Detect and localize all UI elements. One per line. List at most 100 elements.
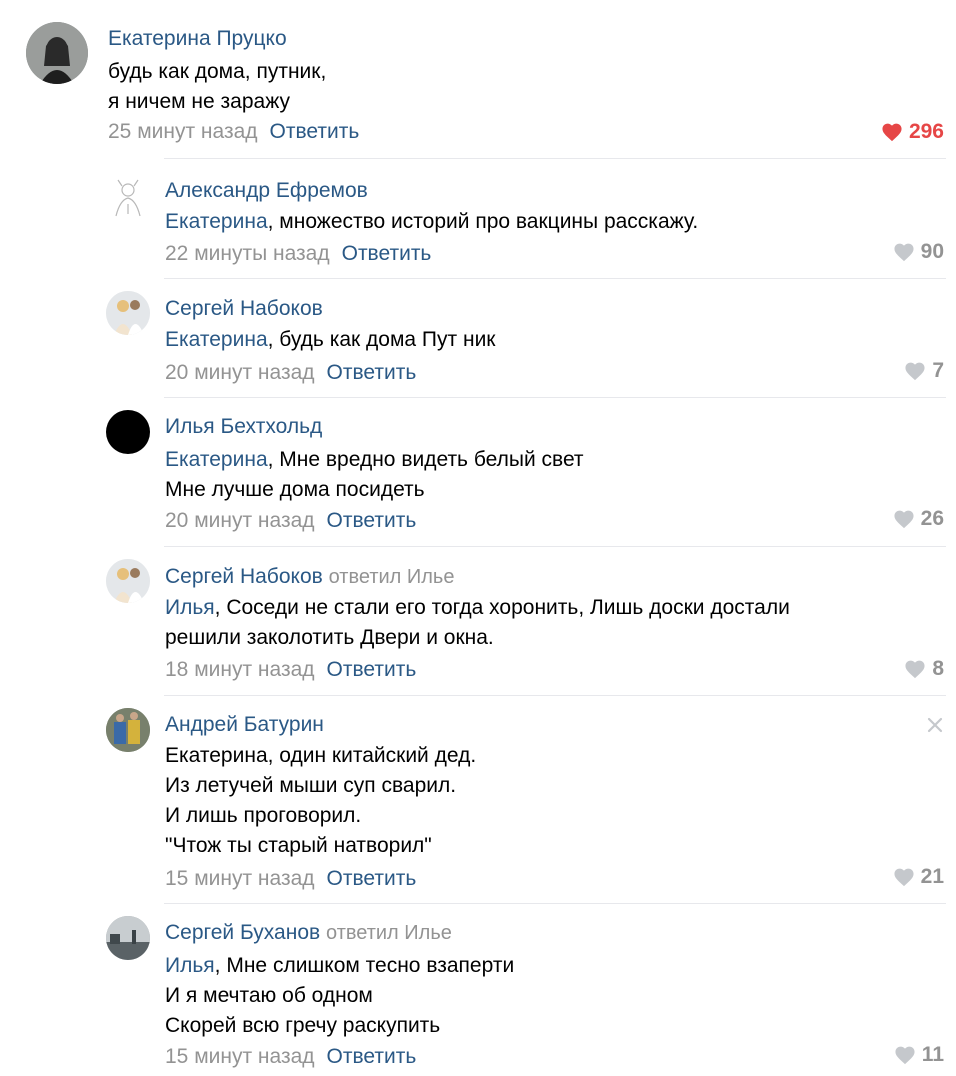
author-name[interactable]: Александр Ефремов <box>165 179 368 202</box>
avatar[interactable] <box>106 410 150 454</box>
like-count: 90 <box>920 240 944 263</box>
comment-header: Сергей Буханов ответил Илье <box>165 920 452 946</box>
like-count: 7 <box>932 359 944 382</box>
text-line: "Чтож ты старый натворил" <box>165 834 432 857</box>
addressee-link[interactable]: Екатерина <box>165 448 268 471</box>
avatar[interactable] <box>106 291 150 335</box>
heart-icon <box>905 660 925 679</box>
heart-icon <box>905 362 925 381</box>
reply-button[interactable]: Ответить <box>327 658 417 681</box>
author-name[interactable]: Сергей Набоков <box>165 565 323 588</box>
comment-meta: 15 минут назад Ответить <box>165 866 416 892</box>
comment-header: Екатерина Пруцко <box>108 26 287 52</box>
text-line-content: , Мне вредно видеть белый свет <box>267 448 584 471</box>
close-icon[interactable] <box>926 716 944 734</box>
avatar[interactable] <box>106 176 150 220</box>
comment-header: Андрей Батурин <box>165 712 324 738</box>
author-name[interactable]: Илья Бехтхольд <box>165 415 322 438</box>
replied-to-label[interactable]: ответил Илье <box>329 566 455 588</box>
like-button[interactable]: 26 <box>893 506 944 532</box>
text-line: будь как дома, путник, <box>108 60 327 83</box>
text-line: Скорей всю гречу раскупить <box>165 1014 441 1037</box>
comment-header: Сергей Набоков <box>165 296 323 322</box>
comment-meta: 20 минут назад Ответить <box>165 508 416 534</box>
like-count: 26 <box>920 507 944 530</box>
author-name[interactable]: Екатерина Пруцко <box>108 27 287 50</box>
comment-text: Екатерина, один китайский дед. Из летуче… <box>165 741 476 861</box>
text-line: Екатерина, один китайский дед. <box>165 744 477 767</box>
timestamp[interactable]: 15 минут назад <box>165 867 315 890</box>
comment-meta: 18 минут назад Ответить <box>165 657 416 683</box>
heart-icon <box>882 123 902 142</box>
heart-icon <box>894 510 914 529</box>
comment-text: Екатерина, будь как дома Пут ник <box>165 325 496 355</box>
addressee-link[interactable]: Илья <box>165 954 215 977</box>
like-button[interactable]: 296 <box>881 119 944 145</box>
comment-meta: 25 минут назад Ответить <box>108 119 359 145</box>
addressee-link[interactable]: Екатерина <box>165 328 268 351</box>
text-line: Из летучей мыши суп сварил. <box>165 774 457 797</box>
avatar[interactable] <box>106 559 150 603</box>
timestamp[interactable]: 15 минут назад <box>165 1045 315 1068</box>
addressee-link[interactable]: Екатерина <box>165 210 268 233</box>
text-line-content: , Соседи не стали его тогда хоронить, Ли… <box>214 596 790 619</box>
comment-text: Илья, Соседи не стали его тогда хоронить… <box>165 593 790 653</box>
text-line: Илья, Мне слишком тесно взаперти <box>165 951 514 981</box>
timestamp[interactable]: 22 минуты назад <box>165 242 330 265</box>
text-line: Илья, Соседи не стали его тогда хоронить… <box>165 593 790 623</box>
text-line: И лишь проговорил. <box>165 804 362 827</box>
text-line-content: , множество историй про вакцины расскажу… <box>267 210 699 233</box>
like-count: 8 <box>932 657 944 680</box>
replied-to-label[interactable]: ответил Илье <box>326 922 452 944</box>
timestamp[interactable]: 18 минут назад <box>165 658 315 681</box>
text-line: Екатерина, Мне вредно видеть белый свет <box>165 445 584 475</box>
divider <box>164 546 946 547</box>
text-line-content: , будь как дома Пут ник <box>267 328 496 351</box>
comment-meta: 22 минуты назад Ответить <box>165 241 431 267</box>
like-count: 21 <box>920 865 944 888</box>
addressee-link[interactable]: Илья <box>165 596 215 619</box>
avatar[interactable] <box>106 916 150 960</box>
comment-text: Екатерина, множество историй про вакцины… <box>165 207 698 237</box>
like-count: 11 <box>921 1043 944 1066</box>
timestamp[interactable]: 20 минут назад <box>165 361 315 384</box>
like-button[interactable]: 8 <box>904 656 944 682</box>
divider <box>164 158 946 159</box>
avatar[interactable] <box>26 22 88 84</box>
heart-icon <box>895 1046 915 1065</box>
text-line: Мне лучше дома посидеть <box>165 478 425 501</box>
comment-text: Екатерина, Мне вредно видеть белый свет … <box>165 445 584 505</box>
author-name[interactable]: Сергей Буханов <box>165 921 320 944</box>
text-line: решили заколотить Двери и окна. <box>165 626 494 649</box>
like-button[interactable]: 7 <box>904 358 944 384</box>
divider <box>164 695 946 696</box>
author-name[interactable]: Андрей Батурин <box>165 713 324 736</box>
reply-button[interactable]: Ответить <box>342 242 432 265</box>
text-line: я ничем не заражу <box>108 90 290 113</box>
like-button[interactable]: 21 <box>893 864 944 890</box>
heart-icon <box>894 243 914 262</box>
comment-header: Илья Бехтхольд <box>165 414 322 440</box>
text-line: Екатерина, множество историй про вакцины… <box>165 207 698 237</box>
like-count: 296 <box>908 120 944 143</box>
comment-header: Александр Ефремов <box>165 178 368 204</box>
reply-button[interactable]: Ответить <box>327 509 417 532</box>
comment-text: Илья, Мне слишком тесно взаперти И я меч… <box>165 951 514 1041</box>
text-line: Екатерина, будь как дома Пут ник <box>165 325 496 355</box>
reply-button[interactable]: Ответить <box>327 361 417 384</box>
timestamp[interactable]: 25 минут назад <box>108 120 258 143</box>
text-line-content: , Мне слишком тесно взаперти <box>214 954 515 977</box>
divider <box>164 397 946 398</box>
text-line: И я мечтаю об одном <box>165 984 373 1007</box>
like-button[interactable]: 11 <box>894 1042 944 1068</box>
reply-button[interactable]: Ответить <box>270 120 360 143</box>
comment-header: Сергей Набоков ответил Илье <box>165 564 454 590</box>
comment-text: будь как дома, путник, я ничем не заражу <box>108 57 326 117</box>
like-button[interactable]: 90 <box>893 239 944 265</box>
reply-button[interactable]: Ответить <box>327 867 417 890</box>
avatar[interactable] <box>106 708 150 752</box>
timestamp[interactable]: 20 минут назад <box>165 509 315 532</box>
reply-button[interactable]: Ответить <box>327 1045 417 1068</box>
comment-meta: 15 минут назад Ответить <box>165 1044 416 1070</box>
author-name[interactable]: Сергей Набоков <box>165 297 323 320</box>
